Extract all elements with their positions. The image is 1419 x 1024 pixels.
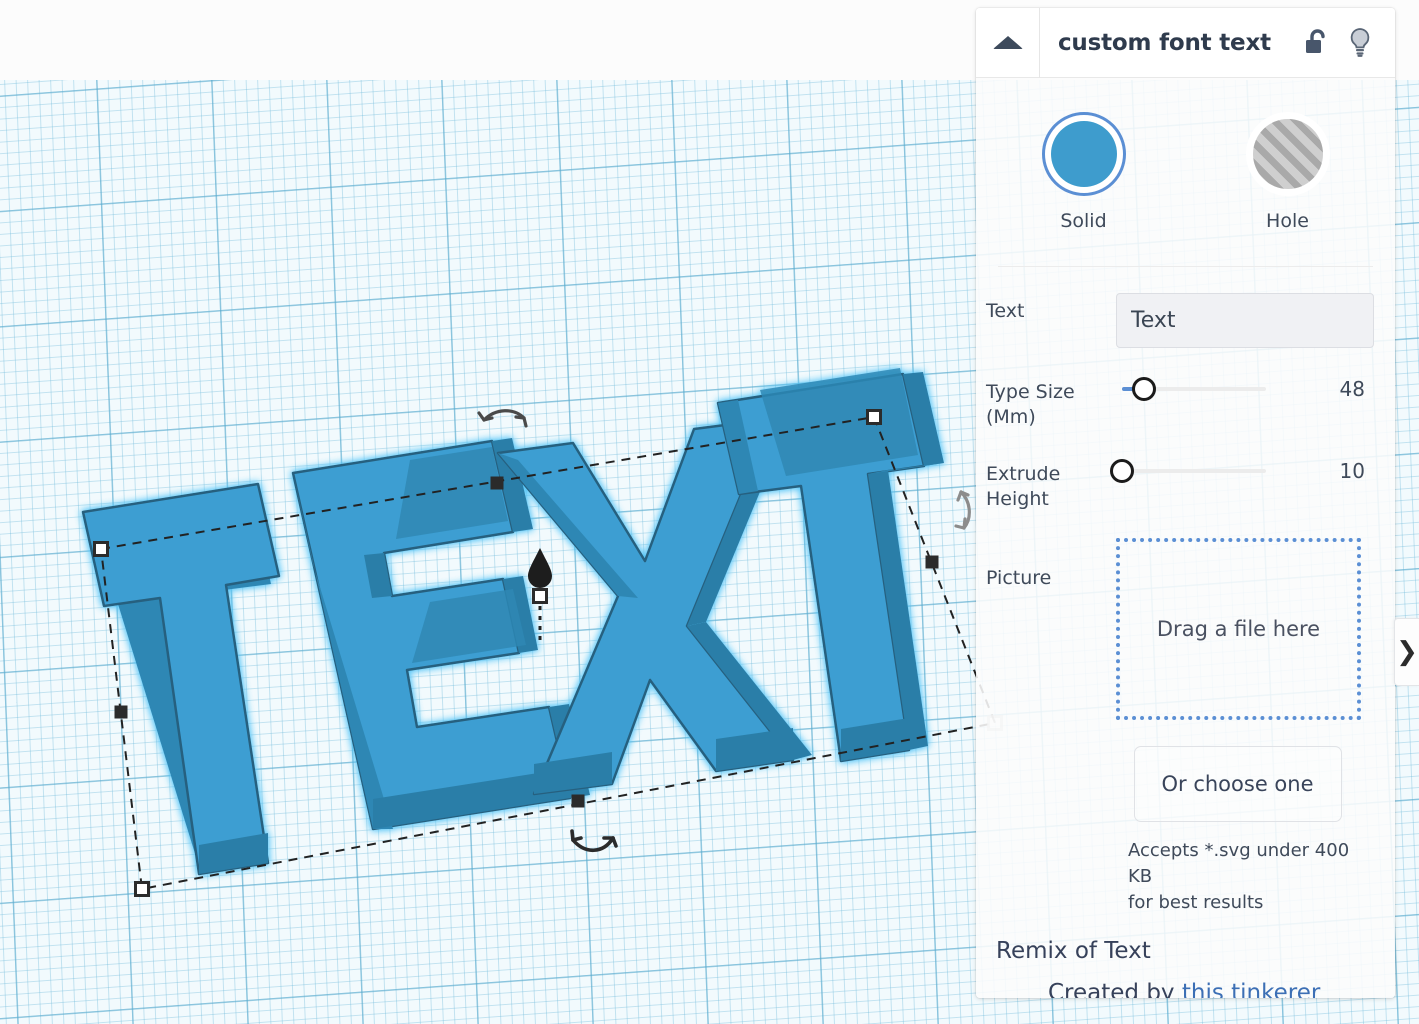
text-input[interactable] xyxy=(1116,293,1374,348)
properties-form: Text Type Size (Mm) xyxy=(976,267,1395,998)
panel-header: custom font text xyxy=(976,8,1395,78)
field-row-text: Text xyxy=(986,293,1374,348)
corner-handle-top-left[interactable] xyxy=(93,541,109,557)
shape-mode-hole[interactable]: Hole xyxy=(1228,112,1348,232)
extrude-height-label-line1: Extrude xyxy=(986,463,1061,485)
picture-label: Picture xyxy=(986,567,1052,589)
remix-of-label: Remix of Text xyxy=(996,938,1151,964)
picture-dropzone[interactable]: Drag a file here xyxy=(1116,538,1361,720)
type-size-slider[interactable] xyxy=(1116,374,1266,404)
shape-mode-selector: Solid Hole xyxy=(976,78,1395,232)
picture-hint-line1: Accepts *.svg under 400 KB xyxy=(1128,840,1350,887)
choose-file-row: Or choose one xyxy=(986,746,1369,822)
extrude-height-value: 10 xyxy=(1339,459,1365,483)
shape-mode-hole-label: Hole xyxy=(1266,210,1309,232)
lightbulb-icon[interactable] xyxy=(1347,27,1373,59)
or-choose-one-button[interactable]: Or choose one xyxy=(1133,746,1342,822)
field-row-extrude-height: Extrude Height 10 xyxy=(986,456,1369,512)
text-field-label: Text xyxy=(986,300,1025,322)
panel-title: custom font text xyxy=(1058,29,1271,56)
picture-hint: Accepts *.svg under 400 KB for best resu… xyxy=(986,838,1366,916)
triangle-up-icon xyxy=(992,36,1023,49)
expand-sidebar-tab[interactable]: ❯ xyxy=(1394,618,1419,686)
created-by-row: Created by this tinkerer xyxy=(996,980,1343,998)
panel-header-icons xyxy=(1303,27,1395,59)
edge-handle-bottom[interactable] xyxy=(571,794,585,808)
picture-hint-line2: for best results xyxy=(1128,892,1264,913)
height-handle[interactable] xyxy=(532,588,548,604)
shape-properties-panel: custom font text Solid Hole Text Text Ty… xyxy=(976,8,1395,998)
extrude-height-label-line2: Height xyxy=(986,488,1049,510)
shape-mode-solid[interactable]: Solid xyxy=(1024,112,1144,232)
panel-body: Solid Hole Text Text Type Size (Mm) 48 E… xyxy=(976,78,1395,998)
type-size-value: 48 xyxy=(1339,377,1365,401)
field-row-picture: Picture Drag a file here xyxy=(986,538,1369,720)
shape-mode-solid-label: Solid xyxy=(1060,210,1107,232)
hatched-circle-icon xyxy=(1245,112,1330,196)
type-size-label: Type Size (Mm) xyxy=(986,374,1116,430)
extrude-height-slider-track xyxy=(1122,469,1266,473)
edge-handle-right[interactable] xyxy=(925,555,939,569)
collapse-panel-button[interactable] xyxy=(976,8,1040,78)
solid-circle-icon xyxy=(1041,112,1126,196)
extrude-height-label: Extrude Height xyxy=(986,456,1116,512)
edge-handle-top[interactable] xyxy=(490,476,504,490)
type-size-label-line2: (Mm) xyxy=(986,406,1036,428)
created-by-prefix: Created by xyxy=(1048,980,1182,998)
extrude-height-slider[interactable] xyxy=(1110,456,1266,486)
panel-footer: Remix of Text Created by this tinkerer xyxy=(986,916,1369,998)
type-size-label-line1: Type Size xyxy=(986,381,1075,403)
corner-handle-bottom-left[interactable] xyxy=(134,881,150,897)
extrude-height-slider-thumb[interactable] xyxy=(1110,459,1134,483)
type-size-slider-thumb[interactable] xyxy=(1132,377,1157,401)
chevron-right-icon: ❯ xyxy=(1396,637,1418,667)
field-row-type-size: Type Size (Mm) 48 xyxy=(986,374,1369,430)
corner-handle-top-right[interactable] xyxy=(866,409,882,425)
unlocked-padlock-icon[interactable] xyxy=(1303,28,1329,58)
this-tinkerer-link[interactable]: this tinkerer xyxy=(1182,980,1320,998)
tinkercad-app: custom font text Solid Hole Text Text Ty… xyxy=(0,0,1419,1024)
edge-handle-left[interactable] xyxy=(114,705,128,719)
picture-dropzone-text: Drag a file here xyxy=(1156,617,1321,641)
